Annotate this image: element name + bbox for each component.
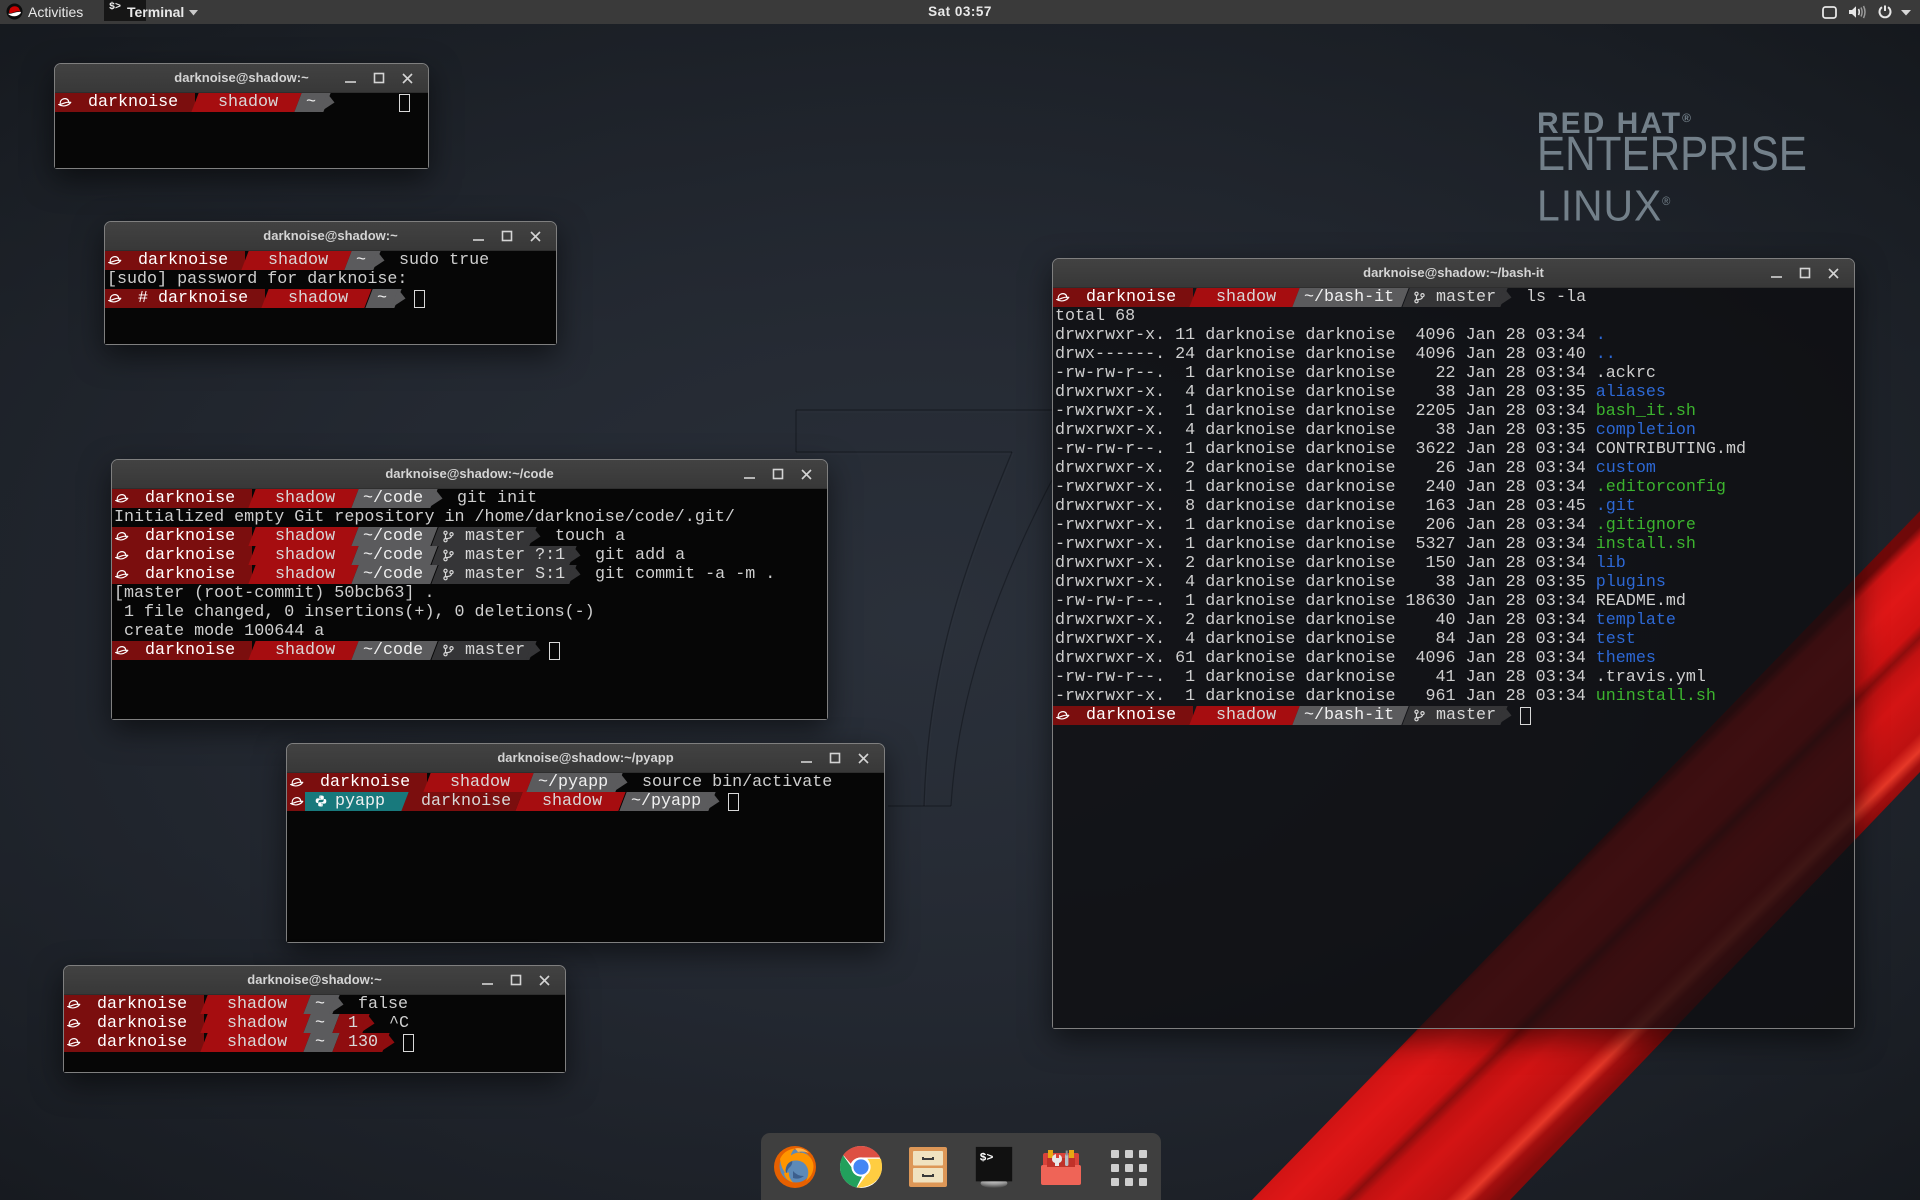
svg-text:$>: $> — [980, 1151, 994, 1164]
